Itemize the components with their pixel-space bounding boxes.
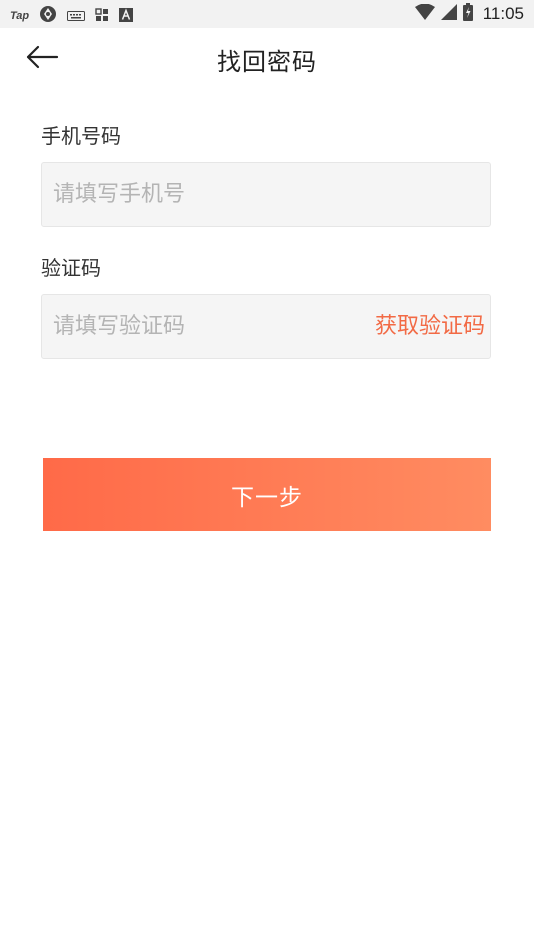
status-time: 11:05 <box>482 4 524 23</box>
tap-logo: Tap <box>10 10 30 22</box>
status-right-icons: 11:05 <box>414 3 524 25</box>
signal-icon <box>440 4 457 24</box>
wifi-icon <box>414 3 435 24</box>
header: 找回密码 <box>0 28 534 90</box>
phone-field-box <box>41 162 491 227</box>
phone-input[interactable] <box>42 163 483 226</box>
battery-icon <box>462 3 473 25</box>
code-field-box: 获取验证码 <box>41 294 491 359</box>
keyboard-icon <box>67 7 86 26</box>
page-title: 找回密码 <box>217 48 317 76</box>
status-bar: Tap 11:05 <box>0 0 534 28</box>
next-button[interactable]: 下一步 <box>43 458 491 531</box>
apps-icon <box>95 7 109 26</box>
code-label: 验证码 <box>41 256 101 280</box>
get-code-button[interactable]: 获取验证码 <box>375 295 485 358</box>
phone-label: 手机号码 <box>41 124 121 148</box>
font-icon <box>119 7 134 26</box>
code-input[interactable] <box>42 295 353 358</box>
status-left-icons: Tap <box>10 5 134 27</box>
vpn-icon <box>39 5 57 27</box>
